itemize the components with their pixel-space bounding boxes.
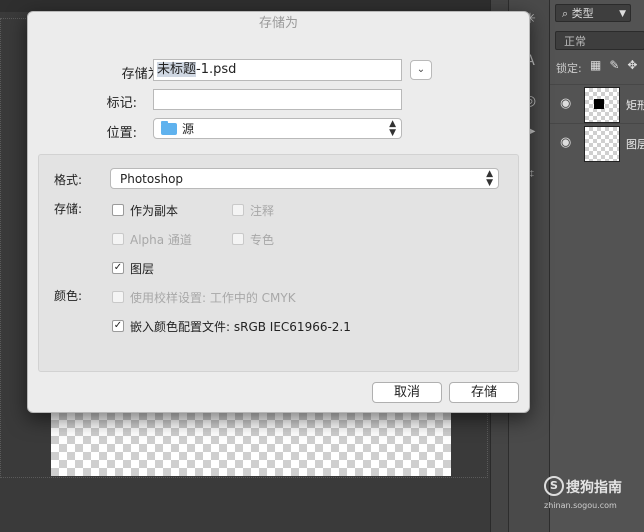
shape-icon [594, 99, 604, 109]
filename-input[interactable]: 未标题-1.psd [153, 59, 402, 81]
filename-selected-text: 未标题 [157, 62, 197, 77]
save-button[interactable]: 存储 [449, 382, 519, 403]
search-icon: ⌕ [562, 7, 569, 20]
layer-filter-label: 类型 [571, 7, 594, 20]
options-panel: 格式: Photoshop ▲ ▼ 存储: 作为副本 注释 Alpha 通道 专色… [38, 154, 519, 372]
visibility-eye-icon[interactable]: ◉ [560, 135, 571, 150]
transparent-canvas[interactable] [51, 412, 451, 476]
embed-icc-checkbox[interactable]: ✓ [112, 320, 124, 332]
checkmark-icon: ✓ [113, 262, 123, 273]
watermark-logo-icon: S [544, 476, 564, 496]
spot-colors-checkbox[interactable] [232, 233, 244, 245]
use-proof-setup-checkbox[interactable] [112, 291, 124, 303]
watermark-subtext: zhinan.sogou.com [544, 501, 617, 510]
spot-colors-label: 专色 [250, 233, 275, 247]
storage-label: 存储: [54, 202, 83, 216]
as-copy-label[interactable]: 作为副本 [130, 202, 178, 219]
cancel-button[interactable]: 取消 [372, 382, 442, 403]
embed-icc-label[interactable]: 嵌入颜色配置文件: sRGB IEC61966-2.1 [130, 318, 351, 335]
layer-name[interactable]: 矩形 [626, 97, 644, 113]
alpha-channels-checkbox[interactable] [112, 233, 124, 245]
tags-label: 标记: [106, 96, 137, 111]
layer-row[interactable]: ◉ 图层 [550, 123, 644, 162]
save-as-dialog: 存储为 存储为: 未标题-1.psd ⌄ 标记: 位置: 源 ▲ ▼ 格式: Ph… [27, 11, 530, 413]
lock-move-icon[interactable]: ✥ [627, 58, 644, 72]
folder-icon [161, 121, 177, 135]
dialog-title: 存储为 [258, 16, 298, 31]
format-label: 格式: [54, 173, 83, 187]
lock-transparent-icon[interactable]: ▦ [590, 58, 609, 72]
lock-label: 锁定: [556, 62, 582, 75]
notes-checkbox[interactable] [232, 204, 244, 216]
layer-name[interactable]: 图层 [626, 136, 644, 152]
updown-chevron-icon: ▲ ▼ [486, 169, 493, 188]
updown-chevron-icon: ▲ ▼ [389, 119, 396, 138]
color-label: 颜色: [54, 289, 83, 303]
expand-browser-button[interactable]: ⌄ [410, 60, 432, 80]
layers-panel: ⌕ 类型 ▼ 正常 锁定: ▦✎✥ ◉ 矩形 ◉ 图层 [549, 0, 644, 532]
layers-label[interactable]: 图层 [130, 260, 154, 277]
chevron-down-icon: ▼ [619, 9, 626, 19]
as-copy-checkbox[interactable] [112, 204, 124, 216]
use-proof-setup-label: 使用校样设置: 工作中的 CMYK [130, 291, 296, 305]
layer-row[interactable]: ◉ 矩形 [550, 84, 644, 123]
chevron-down-icon: ⌄ [416, 64, 426, 75]
location-select[interactable]: 源 ▲ ▼ [153, 118, 402, 139]
tags-input[interactable] [153, 89, 402, 110]
filename-extension: -1.psd [196, 62, 237, 77]
checkmark-icon: ✓ [113, 320, 123, 331]
lock-options: ▦✎✥ [590, 58, 644, 72]
notes-label: 注释 [250, 204, 275, 218]
watermark-text: 搜狗指南 [566, 480, 622, 496]
layer-filter-select[interactable]: ⌕ 类型 ▼ [555, 4, 631, 22]
format-select[interactable]: Photoshop ▲ ▼ [110, 168, 499, 189]
layer-thumbnail [584, 126, 620, 162]
location-label: 位置: [106, 126, 137, 141]
lock-paint-icon[interactable]: ✎ [609, 58, 627, 72]
format-value: Photoshop [120, 172, 184, 186]
layer-thumbnail [584, 87, 620, 123]
location-value: 源 [182, 122, 195, 136]
blend-mode-select[interactable]: 正常 [555, 31, 644, 50]
visibility-eye-icon[interactable]: ◉ [560, 96, 571, 111]
alpha-channels-label: Alpha 通道 [130, 233, 192, 247]
layers-checkbox[interactable]: ✓ [112, 262, 124, 274]
